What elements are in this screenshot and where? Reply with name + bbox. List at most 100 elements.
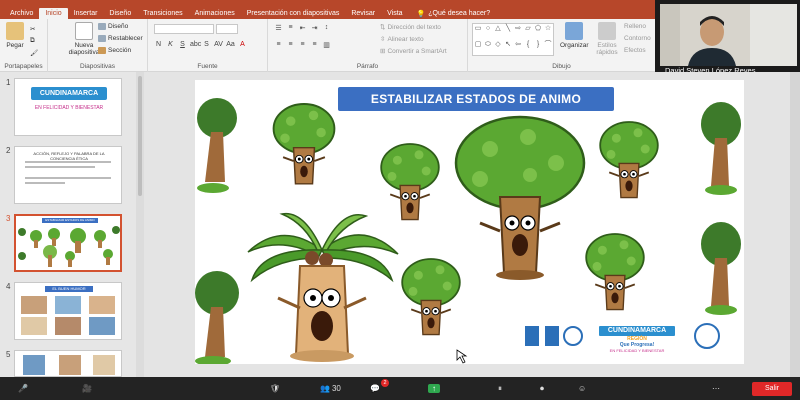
quick-styles-button[interactable]: Estilos rápidos <box>592 22 622 56</box>
shape-icon[interactable]: ⌒ <box>543 40 553 56</box>
chat-button[interactable]: 💬 <box>370 381 380 396</box>
shape-icon[interactable]: ◇ <box>493 40 503 56</box>
pause-share-button[interactable]: ⏸ <box>498 381 502 396</box>
reset-icon <box>98 35 106 42</box>
shadow-icon[interactable]: S <box>202 41 211 48</box>
smartart-button[interactable]: ⊞ Convertir a SmartArt <box>380 47 447 56</box>
cut-button[interactable]: ✂ <box>30 25 35 33</box>
menu-inicio[interactable]: Inicio <box>39 8 68 19</box>
group-label-dibujo: Dibujo <box>552 63 571 70</box>
shape-icon[interactable]: △ <box>493 24 503 40</box>
slide-thumbnail-3[interactable]: ESTABILIZAR ESTADOS DE ANIMO <box>14 214 122 272</box>
spacing-icon[interactable]: AV <box>214 41 223 48</box>
angry-tree-left-top <box>197 98 237 193</box>
menu-diseno[interactable]: Diseño <box>103 8 137 19</box>
shape-icon[interactable]: ⇨ <box>513 24 523 40</box>
slide-thumbnail-5[interactable] <box>14 350 122 377</box>
thumb-text-line <box>25 166 95 168</box>
underline-icon[interactable]: S <box>178 41 187 48</box>
slide-thumbnail-4[interactable]: EL BUEN HUMOR <box>14 282 122 340</box>
current-slide[interactable]: ESTABILIZAR ESTADOS DE ANIMO CUNDINAMARC… <box>195 80 744 364</box>
tell-me-search[interactable]: 💡 ¿Qué desea hacer? <box>417 10 491 18</box>
format-painter-button[interactable]: 🖌 <box>30 49 38 57</box>
arrange-button[interactable]: Organizar <box>560 22 589 49</box>
font-size-box[interactable] <box>216 24 238 34</box>
record-button[interactable]: ⏺ <box>540 381 544 396</box>
layout-button[interactable]: Diseño <box>98 23 128 30</box>
reactions-button[interactable]: ☺ <box>578 381 586 396</box>
menu-transiciones[interactable]: Transiciones <box>137 8 188 19</box>
leave-button[interactable]: Salir <box>752 382 792 396</box>
text-direction-button[interactable]: ⇅ Dirección del texto <box>380 23 441 32</box>
font-color-icon[interactable]: A <box>238 41 247 48</box>
reset-button[interactable]: Restablecer <box>98 35 143 42</box>
shape-icon[interactable]: ⬭ <box>483 40 493 56</box>
menu-animaciones[interactable]: Animaciones <box>189 8 241 19</box>
columns-icon[interactable]: ▥ <box>322 41 331 49</box>
paragraph-row-1: ☰ ≡ ⇤ ⇥ ↕ <box>274 24 331 32</box>
title-bar <box>0 0 655 8</box>
increase-indent-icon[interactable]: ⇥ <box>310 24 319 32</box>
shape-icon[interactable]: ↖ <box>503 40 513 56</box>
more-button[interactable]: ⋯ <box>712 381 720 396</box>
shape-icon[interactable]: ▱ <box>523 24 533 40</box>
zoom-window: Archivo Inicio Insertar Diseño Transicio… <box>0 0 800 400</box>
shape-icon[interactable]: { <box>523 40 533 56</box>
italic-icon[interactable]: K <box>166 41 175 48</box>
bold-icon[interactable]: N <box>154 41 163 48</box>
effects-button[interactable]: Efectos <box>624 47 646 54</box>
align-right-icon[interactable]: ≡ <box>298 41 307 49</box>
canvas-scrollbar[interactable] <box>790 72 800 377</box>
video-button[interactable]: 🎥 <box>82 381 92 396</box>
numbering-icon[interactable]: ≡ <box>286 24 295 32</box>
shape-icon[interactable]: ▢ <box>473 40 483 56</box>
align-center-icon[interactable]: ≡ <box>286 41 295 49</box>
shape-icon[interactable]: ⇦ <box>513 40 523 56</box>
participants-button[interactable]: 👥 30 <box>320 381 341 396</box>
angry-tree-left-bottom <box>195 271 239 364</box>
thumbnail-scrollbar[interactable] <box>136 72 144 377</box>
menu-presentacion[interactable]: Presentación con diapositivas <box>241 8 346 19</box>
shape-icon[interactable]: ⬠ <box>533 24 543 40</box>
strike-icon[interactable]: abc <box>190 41 201 48</box>
shape-icon[interactable]: ▭ <box>473 24 483 40</box>
copy-button[interactable]: ⧉ <box>30 37 35 45</box>
security-button[interactable]: 🛡 <box>270 381 280 396</box>
justify-icon[interactable]: ≡ <box>310 41 319 49</box>
group-portapapeles: Pegar ✂ ⧉ 🖌 Portapapeles <box>0 19 48 72</box>
thumb-photo <box>89 317 115 335</box>
shape-icon[interactable]: ○ <box>483 24 493 40</box>
meeting-toolbar: 🎤 🎥 🛡 👥 30 💬 2 ↑ ⏸ ⏺ ☺ ⋯ Salir <box>0 377 800 400</box>
align-text-button[interactable]: ⇳ Alinear texto <box>380 35 424 44</box>
align-left-icon[interactable]: ≡ <box>274 41 283 49</box>
slide-thumbnail-2[interactable]: ACCIÓN, REFLEJO Y PALABRA DE LA CONCIENC… <box>14 146 122 204</box>
video-camera-icon: 🎥 <box>82 384 92 393</box>
menu-vista[interactable]: Vista <box>381 8 408 19</box>
case-icon[interactable]: Aa <box>226 41 235 48</box>
fill-button[interactable]: Relleno <box>624 23 646 30</box>
paste-button[interactable]: Pegar <box>6 22 24 49</box>
scrollbar-thumb[interactable] <box>138 76 142 196</box>
menu-archivo[interactable]: Archivo <box>4 8 39 19</box>
bullets-icon[interactable]: ☰ <box>274 24 283 32</box>
slide-thumbnail-1[interactable]: CUNDINAMARCA REGIÓN Que Progresa! EN FEL… <box>14 78 122 136</box>
menu-insertar[interactable]: Insertar <box>68 8 104 19</box>
decrease-indent-icon[interactable]: ⇤ <box>298 24 307 32</box>
menu-revisar[interactable]: Revisar <box>345 8 381 19</box>
mute-button[interactable]: 🎤 <box>18 381 28 396</box>
outline-button[interactable]: Contorno <box>624 35 651 42</box>
thumb-photo <box>59 355 81 375</box>
shapes-gallery[interactable]: ▭ ○ △ ╲ ⇨ ▱ ⬠ ☆ ▢ ⬭ ◇ ↖ ⇦{} ⌒ <box>472 23 554 56</box>
more-icon: ⋯ <box>712 384 720 393</box>
share-screen-button[interactable]: ↑ <box>428 381 440 396</box>
thumb-number: 4 <box>6 282 11 291</box>
group-diapositivas: Nueva diapositiva Diseño Restablecer Sec… <box>48 19 148 72</box>
shape-icon[interactable]: ╲ <box>503 24 513 40</box>
paragraph-row-2: ≡ ≡ ≡ ≡ ▥ <box>274 41 331 49</box>
font-name-box[interactable] <box>154 24 214 34</box>
section-button[interactable]: Sección <box>98 47 131 54</box>
shape-icon[interactable]: ☆ <box>543 24 553 40</box>
shape-icon[interactable]: } <box>533 40 543 56</box>
scared-tree <box>401 258 461 336</box>
line-spacing-icon[interactable]: ↕ <box>322 24 331 32</box>
